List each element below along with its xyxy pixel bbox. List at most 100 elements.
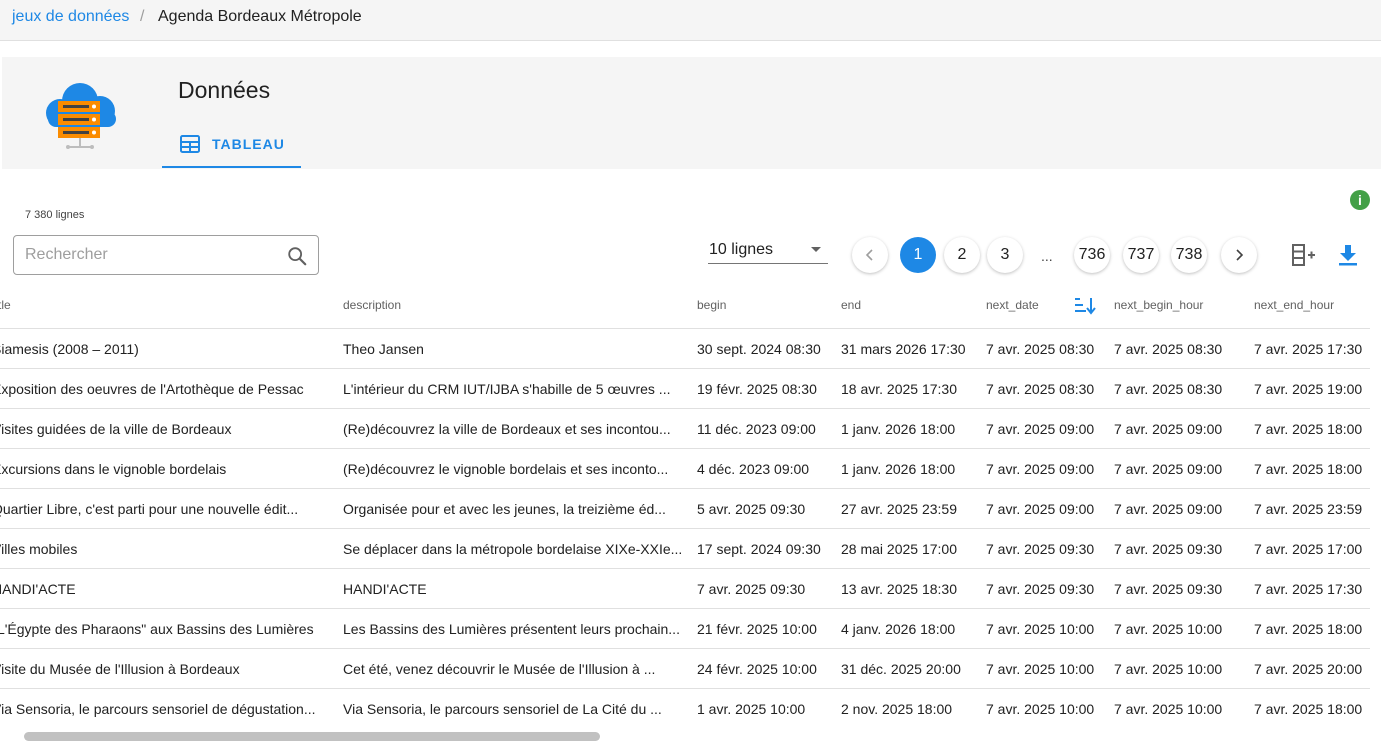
cloud-server-icon [46, 83, 116, 149]
table-cell-end: 1 janv. 2026 18:00 [841, 461, 956, 477]
table-cell-next-begin-hour: 7 avr. 2025 09:30 [1114, 581, 1223, 597]
table-cell-next-end-hour: 7 avr. 2025 17:00 [1254, 541, 1363, 557]
column-header-next-begin-hour[interactable]: next_begin_hour [1114, 298, 1203, 312]
breadcrumb: jeux de données / Agenda Bordeaux Métrop… [0, 0, 1381, 41]
add-column-icon[interactable] [1290, 242, 1316, 268]
page-button-3[interactable]: 3 [987, 237, 1023, 273]
page-button-738[interactable]: 738 [1171, 237, 1207, 273]
sort-ascending-icon[interactable] [1074, 295, 1096, 317]
table-cell-end: 18 avr. 2025 17:30 [841, 381, 957, 397]
table-cell-title: HANDI'ACTE [0, 581, 76, 597]
rows-per-page-value: 10 lignes [709, 241, 774, 258]
table-cell-title: Visite du Musée de l'Illusion à Bordeaux [0, 661, 240, 677]
column-header-description[interactable]: description [343, 298, 401, 312]
table-cell-next-begin-hour: 7 avr. 2025 08:30 [1114, 341, 1223, 357]
table-cell-end: 28 mai 2025 17:00 [841, 541, 957, 557]
table-cell-description: (Re)découvrez le vignoble bordelais et s… [343, 461, 669, 477]
scrollbar-thumb[interactable] [24, 732, 600, 741]
rows-per-page-select[interactable]: 10 lignes [708, 238, 828, 264]
table-cell-next-end-hour: 7 avr. 2025 23:59 [1254, 501, 1363, 517]
table-cell-description: Organisée pour et avec les jeunes, la tr… [343, 501, 666, 517]
table-cell-next-begin-hour: 7 avr. 2025 10:00 [1114, 621, 1223, 637]
table-cell-next-begin-hour: 7 avr. 2025 09:30 [1114, 541, 1223, 557]
table-row[interactable]: Via Sensoria, le parcours sensoriel de d… [0, 689, 1370, 728]
table-row[interactable]: Excursions dans le vignoble bordelais (Re… [0, 449, 1370, 489]
table-cell-next-end-hour: 7 avr. 2025 17:30 [1254, 581, 1363, 597]
table-cell-begin: 19 févr. 2025 08:30 [697, 381, 817, 397]
column-header-begin[interactable]: begin [697, 298, 726, 312]
search-input[interactable] [25, 244, 275, 266]
table-cell-title: Excursions dans le vignoble bordelais [0, 461, 227, 477]
page-button-2[interactable]: 2 [944, 237, 980, 273]
table-cell-end: 31 mars 2026 17:30 [841, 341, 966, 357]
table-row[interactable]: "L'Égypte des Pharaons" aux Bassins des … [0, 609, 1370, 649]
table-cell-end: 31 déc. 2025 20:00 [841, 661, 961, 677]
table-header: title description begin end next_date ne… [0, 287, 1370, 329]
table-cell-next-end-hour: 7 avr. 2025 18:00 [1254, 701, 1363, 717]
breadcrumb-separator: / [140, 8, 145, 25]
table-cell-title: Visites guidées de la ville de Bordeaux [0, 421, 232, 437]
table-row[interactable]: Villes mobiles Se déplacer dans la métrop… [0, 529, 1370, 569]
page-button-1[interactable]: 1 [900, 237, 936, 273]
table-cell-title: Quartier Libre, c'est parti pour une nou… [0, 501, 299, 517]
table-cell-description: Cet été, venez découvrir le Musée de l'I… [343, 661, 656, 677]
table-cell-begin: 24 févr. 2025 10:00 [697, 661, 817, 677]
table-cell-begin: 17 sept. 2024 09:30 [697, 541, 821, 557]
table-cell-end: 2 nov. 2025 18:00 [841, 701, 953, 717]
table-cell-begin: 30 sept. 2024 08:30 [697, 341, 821, 357]
column-header-end[interactable]: end [841, 298, 861, 312]
table-row[interactable]: Siamesis (2008 – 2011) Theo Jansen 30 sept… [0, 329, 1370, 369]
next-page-button[interactable] [1221, 237, 1257, 273]
info-icon[interactable]: i [1350, 190, 1370, 210]
table-cell-next-begin-hour: 7 avr. 2025 09:00 [1114, 461, 1223, 477]
search-icon[interactable] [286, 245, 308, 267]
table-row[interactable]: Visite du Musée de l'Illusion à Bordeaux… [0, 649, 1370, 689]
table-row[interactable]: Visites guidées de la ville de Bordeaux (… [0, 409, 1370, 449]
table-cell-next-date: 7 avr. 2025 08:30 [986, 381, 1095, 397]
table-cell-next-date: 7 avr. 2025 10:00 [986, 621, 1095, 637]
download-icon[interactable] [1335, 242, 1361, 268]
table-cell-next-begin-hour: 7 avr. 2025 08:30 [1114, 381, 1223, 397]
table-row[interactable]: HANDI'ACTE HANDI'ACTE 7 avr. 2025 09:30 13 … [0, 569, 1370, 609]
table-cell-next-date: 7 avr. 2025 09:00 [986, 461, 1095, 477]
tab-tableau[interactable]: TABLEAU [162, 119, 301, 168]
page-button-736[interactable]: 736 [1074, 237, 1110, 273]
horizontal-scrollbar[interactable] [0, 730, 1381, 742]
row-count: 7 380 lignes [25, 209, 85, 221]
chevron-down-icon [811, 247, 821, 252]
table-cell-end: 27 avr. 2025 23:59 [841, 501, 957, 517]
page-button-737[interactable]: 737 [1123, 237, 1159, 273]
table-cell-title: Villes mobiles [0, 541, 78, 557]
breadcrumb-link-datasets[interactable]: jeux de données [12, 8, 129, 26]
table-cell-description: L'intérieur du CRM IUT/IJBA s'habille de… [343, 381, 671, 397]
previous-page-button[interactable] [852, 237, 888, 273]
table-cell-title: Exposition des oeuvres de l'Artothèque d… [0, 381, 304, 397]
breadcrumb-current: Agenda Bordeaux Métropole [158, 8, 362, 25]
column-header-next-date[interactable]: next_date [986, 298, 1039, 312]
table-cell-next-date: 7 avr. 2025 08:30 [986, 341, 1095, 357]
table-cell-next-end-hour: 7 avr. 2025 19:00 [1254, 381, 1363, 397]
table-cell-next-end-hour: 7 avr. 2025 20:00 [1254, 661, 1363, 677]
table-cell-description: Theo Jansen [343, 341, 424, 357]
table-cell-begin: 11 déc. 2023 09:00 [697, 421, 816, 437]
table-cell-next-date: 7 avr. 2025 10:00 [986, 701, 1095, 717]
table-cell-title: Via Sensoria, le parcours sensoriel de d… [0, 701, 316, 717]
table-cell-next-end-hour: 7 avr. 2025 18:00 [1254, 461, 1363, 477]
table-cell-description: (Re)découvrez la ville de Bordeaux et se… [343, 421, 671, 437]
table-cell-description: Se déplacer dans la métropole bordelaise… [343, 541, 683, 557]
table-cell-next-date: 7 avr. 2025 09:00 [986, 421, 1095, 437]
table-cell-next-end-hour: 7 avr. 2025 17:30 [1254, 341, 1363, 357]
column-header-next-end-hour[interactable]: next_end_hour [1254, 298, 1334, 312]
page-title: Données [178, 77, 271, 103]
table-cell-end: 4 janv. 2026 18:00 [841, 621, 956, 637]
table-cell-next-date: 7 avr. 2025 09:30 [986, 541, 1095, 557]
table-cell-next-begin-hour: 7 avr. 2025 09:00 [1114, 421, 1223, 437]
table-row[interactable]: Quartier Libre, c'est parti pour une nou… [0, 489, 1370, 529]
table-cell-begin: 7 avr. 2025 09:30 [697, 581, 806, 597]
table-row[interactable]: Exposition des oeuvres de l'Artothèque d… [0, 369, 1370, 409]
table-cell-title: "L'Égypte des Pharaons" aux Bassins des … [0, 621, 314, 637]
column-header-title[interactable]: title [0, 298, 11, 312]
table-cell-begin: 21 févr. 2025 10:00 [697, 621, 817, 637]
table-cell-end: 13 avr. 2025 18:30 [841, 581, 957, 597]
table-cell-title: Siamesis (2008 – 2011) [0, 341, 139, 357]
